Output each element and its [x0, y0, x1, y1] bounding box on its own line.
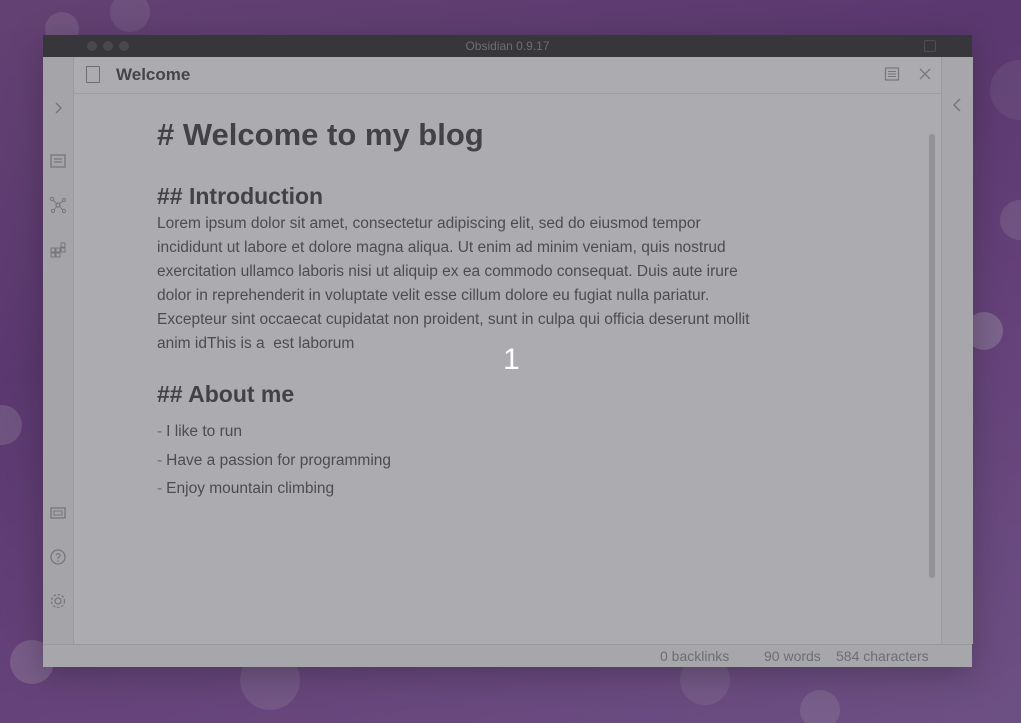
paragraph-line: incididunt ut labore et dolore magna ali… [157, 239, 726, 256]
background-bubble [0, 405, 22, 445]
reading-view-icon[interactable] [884, 66, 900, 82]
paragraph-line: Lorem ipsum dolor sit amet, consectetur … [157, 215, 701, 232]
step-marker: 1 [503, 343, 520, 376]
help-icon[interactable] [49, 548, 67, 566]
chevron-left-icon[interactable] [952, 97, 962, 116]
window-title: Obsidian 0.9.17 [465, 39, 550, 53]
heading-introduction: ## Introduction [157, 183, 324, 209]
file-icon [86, 66, 100, 83]
blocks-icon[interactable] [49, 240, 67, 258]
paragraph-line: exercitation ullamco laboris nisi ut ali… [157, 263, 738, 280]
close-icon[interactable] [917, 66, 933, 82]
note-title[interactable]: Welcome [116, 65, 190, 85]
word-count: 90 words [764, 648, 821, 664]
window-controls [87, 41, 129, 51]
settings-icon[interactable] [49, 592, 67, 610]
list-marker: - [157, 451, 163, 469]
paragraph-line: dolor in reprehenderit in voluptate veli… [157, 287, 710, 304]
status-bar: 0 backlinks 90 words 584 characters [43, 644, 972, 667]
close-window-button[interactable] [87, 41, 97, 51]
editor-scrollbar[interactable] [929, 134, 935, 578]
character-count: 584 characters [836, 648, 929, 664]
editor-content[interactable]: # Welcome to my blog ## Introduction Lor… [157, 112, 827, 504]
paragraph-line: Excepteur sint occaecat cupidatat non pr… [157, 311, 750, 328]
window-menu-icon[interactable] [924, 40, 936, 52]
backlinks-count[interactable]: 0 backlinks [660, 648, 729, 664]
vault-icon[interactable] [49, 504, 67, 522]
background-bubble [1000, 200, 1021, 240]
background-bubble [990, 60, 1021, 120]
list-item-text: Have a passion for programming [166, 451, 392, 469]
view-header: Welcome [74, 57, 955, 94]
list-item: - Have a passion for programming [157, 447, 827, 476]
heading-welcome: # Welcome to my blog [157, 117, 484, 152]
background-bubble [800, 690, 840, 723]
list-marker: - [157, 423, 163, 440]
paragraph-line: anim idThis is a est laborum [157, 335, 355, 352]
list-item: - Enjoy mountain climbing [157, 475, 827, 504]
background-bubble [110, 0, 150, 32]
zoom-window-button[interactable] [119, 41, 129, 51]
list-item-text: I like to run [166, 423, 242, 440]
list-marker: - [157, 480, 163, 497]
file-explorer-icon[interactable] [49, 152, 67, 170]
window-titlebar[interactable]: Obsidian 0.9.17 [43, 35, 972, 57]
list-item: -I like to run [157, 418, 827, 447]
chevron-right-icon[interactable] [49, 99, 67, 117]
left-ribbon [43, 57, 74, 644]
minimize-window-button[interactable] [103, 41, 113, 51]
heading-about-me: ## About me [157, 381, 295, 407]
graph-view-icon[interactable] [49, 196, 67, 214]
introduction-paragraph: Lorem ipsum dolor sit amet, consectetur … [157, 212, 827, 356]
right-sidebar-toggle-rail [941, 57, 973, 644]
list-item-text: Enjoy mountain climbing [166, 480, 335, 497]
